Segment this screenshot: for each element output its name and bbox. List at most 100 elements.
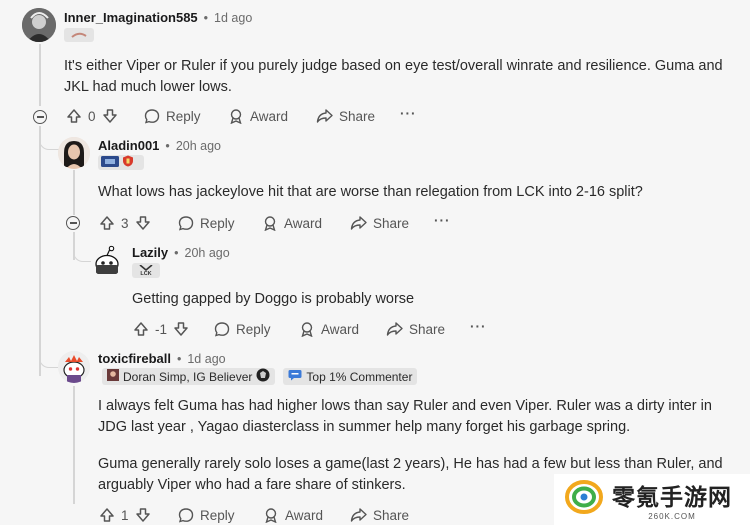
timestamp[interactable]: 20h ago (185, 246, 230, 260)
award-button[interactable]: Award (299, 321, 359, 337)
timestamp[interactable]: 1d ago (187, 352, 225, 366)
shield-icon (122, 154, 134, 172)
reply-label: Reply (166, 108, 201, 124)
collapse-thread-button[interactable] (66, 216, 80, 230)
more-icon: ··· (470, 319, 487, 334)
comment-bubble-icon (144, 108, 160, 124)
award-icon (299, 321, 315, 337)
timestamp[interactable]: 20h ago (176, 139, 221, 153)
user-flair-icons (98, 155, 144, 170)
more-options-button[interactable]: ··· (400, 106, 417, 121)
share-label: Share (339, 108, 376, 124)
username[interactable]: Inner_Imagination585 (64, 10, 198, 25)
avatar[interactable] (91, 245, 123, 277)
reply-button[interactable]: Reply (178, 507, 235, 523)
comment-body: It's either Viper or Ruler if you purely… (64, 58, 723, 95)
reply-button[interactable]: Reply (178, 215, 235, 231)
username[interactable]: toxicfireball (98, 351, 171, 366)
downvote-icon[interactable] (135, 215, 151, 231)
comment-header: toxicfireball • 1d ago (98, 351, 226, 366)
upvote-icon[interactable] (99, 507, 115, 523)
comment-header: Lazily • 20h ago (132, 245, 230, 260)
comment-bubble-icon (178, 507, 194, 523)
more-options-button[interactable]: ··· (434, 213, 451, 228)
timestamp[interactable]: 1d ago (214, 11, 252, 25)
badge-text: Top 1% Commenter (306, 369, 413, 384)
more-icon: ··· (400, 106, 417, 121)
vote-controls: 1 (99, 507, 151, 523)
share-button[interactable]: Share (386, 321, 445, 337)
thread-curve-lazily (73, 238, 91, 262)
user-flair-icon (64, 28, 94, 42)
flair-text: Doran Simp, IG Believer (123, 369, 253, 384)
comment-body: What lows has jackeylove hit that are wo… (98, 184, 643, 200)
thread-line-toxic (73, 386, 75, 504)
downvote-icon[interactable] (102, 108, 118, 124)
watermark-title: 零氪手游网 (612, 484, 732, 510)
avatar[interactable] (22, 8, 56, 42)
flair-avatar-icon (107, 369, 119, 384)
award-button[interactable]: Award (262, 215, 322, 231)
share-label: Share (409, 321, 446, 337)
username[interactable]: Aladin001 (98, 138, 159, 153)
upvote-icon[interactable] (66, 108, 82, 124)
separator-dot: • (176, 351, 182, 366)
vote-count: -1 (155, 321, 168, 337)
more-options-button[interactable]: ··· (470, 319, 487, 334)
share-icon (316, 108, 333, 124)
comment-bubble-icon (178, 215, 194, 231)
award-button[interactable]: Award (228, 108, 288, 124)
lck-flair-icon: LCK (132, 263, 160, 278)
separator-dot: • (174, 245, 179, 260)
more-icon: ··· (434, 213, 451, 228)
share-label: Share (373, 507, 410, 523)
award-icon (263, 507, 279, 523)
reply-label: Reply (200, 215, 235, 231)
watermark-text: 零氪手游网 260K.COM (612, 478, 732, 521)
downvote-icon[interactable] (135, 507, 151, 523)
collapse-thread-button[interactable] (33, 110, 47, 124)
watermark-subtitle: 260K.COM (648, 512, 696, 521)
downvote-icon[interactable] (173, 321, 189, 337)
comment-header: Inner_Imagination585 • 1d ago (64, 10, 252, 25)
share-button[interactable]: Share (350, 215, 409, 231)
watermark-logo-icon (564, 479, 604, 520)
comment-bubble-icon (214, 321, 230, 337)
lck-flair-text: LCK (140, 270, 152, 277)
flair-row: Doran Simp, IG Believer Top 1% Commenter (102, 368, 418, 385)
vote-controls: 0 (66, 108, 118, 124)
reply-label: Reply (200, 507, 235, 523)
team-emblem-icon (256, 368, 270, 385)
reply-button[interactable]: Reply (214, 321, 271, 337)
vote-controls: -1 (133, 321, 189, 337)
top-commenter-icon (288, 369, 302, 384)
share-button[interactable]: Share (316, 108, 375, 124)
separator-dot: • (203, 10, 209, 25)
vote-count: 0 (88, 108, 96, 124)
award-icon (262, 215, 278, 231)
award-label: Award (284, 215, 323, 231)
share-button[interactable]: Share (350, 507, 409, 523)
vote-count: 3 (121, 215, 129, 231)
avatar[interactable] (58, 351, 90, 383)
top-commenter-badge: Top 1% Commenter (283, 368, 418, 385)
share-icon (386, 321, 403, 337)
award-label: Award (321, 321, 360, 337)
comment-body: Getting gapped by Doggo is probably wors… (132, 291, 415, 307)
upvote-icon[interactable] (133, 321, 149, 337)
reply-label: Reply (236, 321, 271, 337)
watermark: 零氪手游网 260K.COM (554, 474, 750, 525)
avatar[interactable] (58, 137, 90, 169)
share-label: Share (373, 215, 410, 231)
username[interactable]: Lazily (132, 245, 168, 260)
award-button[interactable]: Award (263, 507, 323, 523)
user-flair: Doran Simp, IG Believer (102, 368, 276, 385)
reply-button[interactable]: Reply (144, 108, 201, 124)
upvote-icon[interactable] (99, 215, 115, 231)
award-label: Award (250, 108, 289, 124)
vote-count: 1 (121, 507, 129, 523)
thread-line-root-lower (39, 126, 41, 376)
comment-header: Aladin001 • 20h ago (98, 138, 221, 153)
separator-dot: • (165, 138, 170, 153)
comment-body: I always felt Guma has had higher lows t… (98, 398, 712, 435)
